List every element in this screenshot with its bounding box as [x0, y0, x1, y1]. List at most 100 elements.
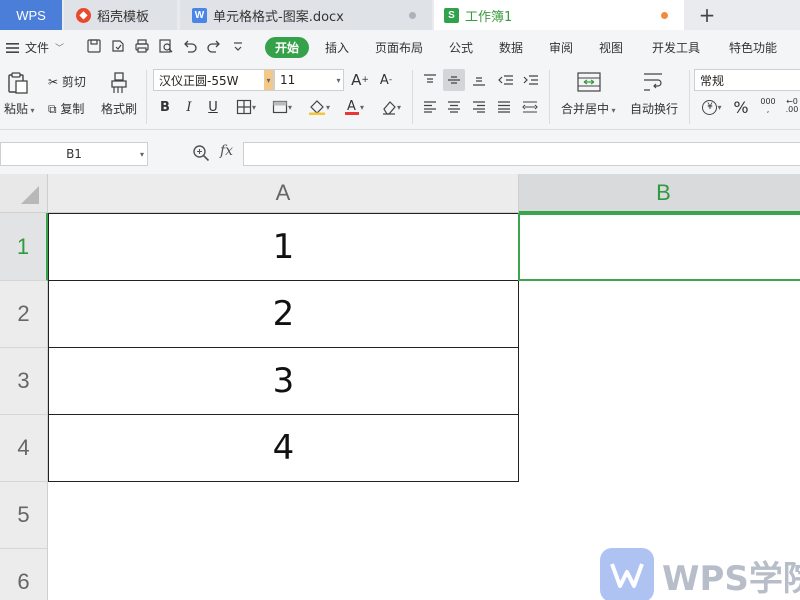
cell-a4[interactable]: 4 [48, 415, 519, 482]
cut-button[interactable]: ✂ 剪切 [48, 73, 86, 90]
row-header-2[interactable]: 2 [0, 281, 48, 348]
merge-center-label: 合并居中 [561, 102, 610, 116]
thousands-separator-icon[interactable]: 000, [758, 96, 778, 116]
menu-data[interactable]: 数据 [499, 39, 523, 56]
tab-wps-home[interactable]: WPS [0, 0, 62, 30]
align-middle-icon[interactable] [443, 69, 465, 91]
font-size-value: 11 [280, 73, 296, 87]
increase-font-icon[interactable]: A + [350, 70, 370, 90]
percent-icon[interactable]: % [732, 98, 750, 117]
cell-style-icon[interactable]: ▾ [268, 98, 296, 116]
print-icon[interactable] [134, 38, 150, 54]
align-left-icon[interactable] [420, 98, 440, 116]
merge-center-icon[interactable] [574, 70, 604, 94]
distributed-align-icon[interactable] [519, 98, 541, 116]
format-painter-icon[interactable] [106, 70, 132, 96]
cell-a1[interactable]: 1 [48, 213, 519, 281]
clear-format-eraser-icon[interactable]: ▾ [376, 98, 406, 116]
tab-docer-label: 稻壳模板 [97, 9, 150, 25]
font-name-select[interactable]: 汉仪正圆-55W ▾ [153, 69, 274, 91]
customize-toolbar-icon[interactable] [230, 38, 246, 54]
docer-icon: ◆ [76, 7, 91, 23]
menu-page-layout[interactable]: 页面布局 [375, 39, 423, 56]
redo-icon[interactable] [206, 38, 222, 54]
row-header-1[interactable]: 1 [0, 213, 48, 281]
tab-docer-templates[interactable]: ◆ 稻壳模板 [64, 0, 177, 30]
sheet-grid[interactable]: A B 1 2 3 4 5 6 1 2 3 4 [0, 174, 800, 600]
align-bottom-icon[interactable] [469, 70, 489, 90]
name-box[interactable]: B1 ▾ [0, 142, 148, 166]
unsaved-dot-icon[interactable] [661, 12, 668, 19]
select-all-corner[interactable] [0, 174, 48, 213]
justify-icon[interactable] [494, 98, 514, 116]
font-size-select[interactable]: 11 ▾ [274, 69, 344, 91]
row-header-4[interactable]: 4 [0, 415, 48, 482]
formula-bar: B1 ▾ fx [0, 130, 800, 174]
increase-indent-icon[interactable] [521, 70, 541, 90]
wrap-text-label[interactable]: 自动换行 [630, 100, 678, 117]
align-center-icon[interactable] [444, 98, 464, 116]
cell-a3[interactable]: 3 [48, 348, 519, 415]
fill-color-icon[interactable]: ▾ [304, 98, 334, 116]
menu-special-features[interactable]: 特色功能 [729, 39, 777, 56]
font-name-value: 汉仪正圆-55W [159, 73, 239, 88]
underline-icon[interactable]: U [205, 98, 221, 116]
cell-a2[interactable]: 2 [48, 281, 519, 348]
row-header-3[interactable]: 3 [0, 348, 48, 415]
number-format-value: 常规 [700, 73, 725, 88]
wrap-text-icon[interactable] [638, 70, 668, 94]
decrease-font-icon[interactable]: A- [376, 70, 396, 90]
print-preview-icon[interactable] [158, 38, 174, 54]
insert-function-fx[interactable]: fx [220, 143, 233, 159]
menu-formulas[interactable]: 公式 [449, 39, 473, 56]
merge-dropdown-icon: ▾ [609, 106, 616, 115]
export-pdf-icon[interactable] [110, 38, 126, 54]
italic-icon[interactable]: I [181, 98, 197, 116]
chevron-down-icon: ﹀ [55, 44, 65, 54]
menu-developer[interactable]: 开发工具 [652, 39, 700, 56]
cut-label: 剪切 [61, 75, 86, 89]
name-box-dropdown-icon: ▾ [139, 150, 144, 159]
number-format-select[interactable]: 常规 [694, 69, 800, 91]
currency-icon[interactable]: ¥ ▾ [698, 98, 726, 116]
save-icon[interactable] [86, 38, 102, 54]
paste-icon[interactable] [6, 70, 30, 96]
tab-close-dot-icon[interactable] [409, 12, 416, 19]
increase-decimal-icon[interactable]: ←0.00 [784, 96, 800, 116]
font-color-icon[interactable]: A ▾ [340, 98, 368, 116]
cell-b1-selected[interactable] [518, 213, 800, 281]
column-header-b[interactable]: B [519, 174, 800, 213]
tab-document[interactable]: W 单元格格式-图案.docx [180, 0, 432, 30]
menu-review[interactable]: 审阅 [549, 39, 573, 56]
align-top-icon[interactable] [420, 70, 440, 90]
paste-button[interactable]: 粘贴 ▾ [4, 100, 35, 117]
align-right-icon[interactable] [469, 98, 489, 116]
merge-center-button[interactable]: 合并居中 ▾ [561, 100, 616, 117]
menu-bar: 文件 ﹀ 开始 插入 页面布局 公式 数据 审阅 视图 开发工具 特色功能 [0, 30, 800, 64]
row-header-5[interactable]: 5 [0, 482, 48, 549]
row-header-6[interactable]: 6 [0, 549, 48, 600]
decrease-indent-icon[interactable] [496, 70, 516, 90]
bold-icon[interactable]: B [157, 98, 173, 116]
tab-document-label: 单元格格式-图案.docx [213, 9, 344, 25]
new-tab-plus-icon[interactable]: + [694, 0, 720, 30]
formula-input[interactable] [243, 142, 800, 166]
menu-insert[interactable]: 插入 [325, 39, 349, 56]
undo-icon[interactable] [182, 38, 198, 54]
borders-icon[interactable]: ▾ [232, 98, 260, 116]
hamburger-icon [6, 42, 19, 53]
zoom-search-icon[interactable] [192, 144, 210, 162]
menu-view[interactable]: 视图 [599, 39, 623, 56]
svg-text:A: A [347, 99, 356, 114]
font-size-dropdown-icon: ▾ [336, 75, 341, 85]
menu-home-active[interactable]: 开始 [265, 37, 309, 58]
scissors-icon: ✂ [48, 75, 62, 89]
copy-button[interactable]: ⧉ 复制 [48, 100, 84, 117]
file-menu[interactable]: 文件 ﹀ [6, 39, 64, 56]
spreadsheet-icon: S [444, 7, 459, 23]
column-header-a[interactable]: A [48, 174, 519, 213]
format-painter-label[interactable]: 格式刷 [101, 100, 137, 117]
tab-workbook-label: 工作簿1 [465, 9, 513, 25]
spreadsheet-app: WPS ◆ 稻壳模板 W 单元格格式-图案.docx S 工作簿1 + 文件 ﹀ [0, 0, 800, 600]
tab-workbook[interactable]: S 工作簿1 [434, 0, 684, 30]
